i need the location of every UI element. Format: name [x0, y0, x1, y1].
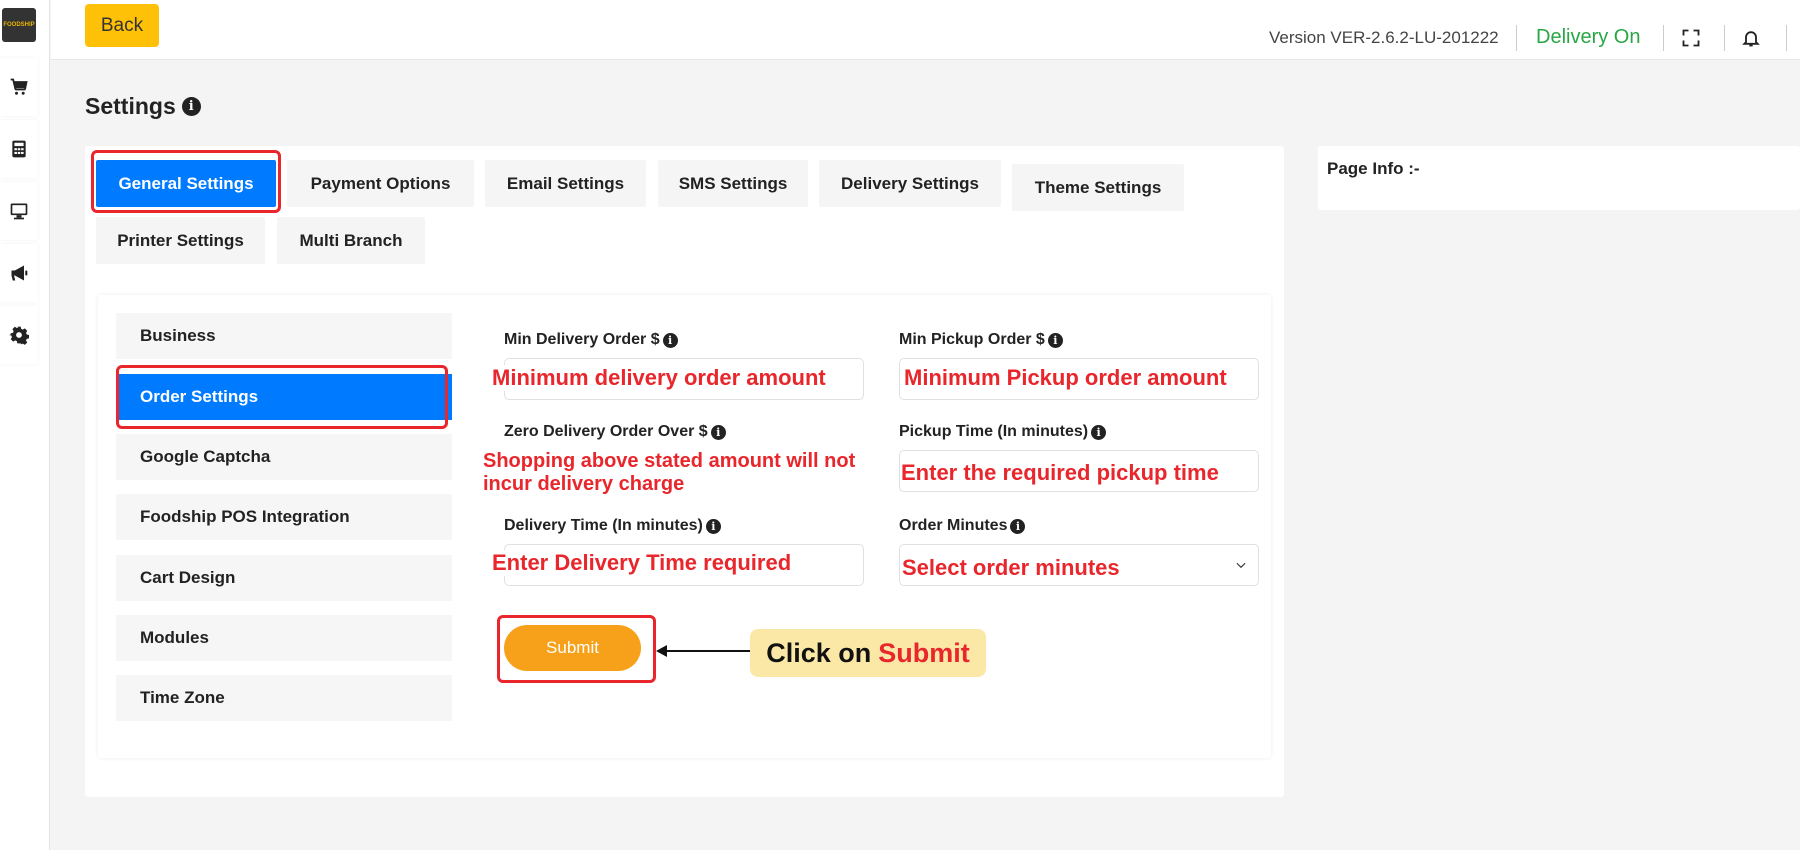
- delivery-time-label-text: Delivery Time (In minutes): [504, 517, 703, 534]
- page-title: Settings i: [85, 93, 201, 120]
- tab-delivery-settings[interactable]: Delivery Settings: [819, 160, 1001, 207]
- delivery-time-annotation: Enter Delivery Time required: [492, 550, 792, 576]
- callout-target: Submit: [878, 637, 970, 668]
- min-delivery-label-text: Min Delivery Order $: [504, 331, 660, 348]
- info-icon[interactable]: i: [662, 332, 678, 348]
- divider: [1786, 25, 1787, 51]
- order-minutes-label: Order Minutes i: [899, 517, 1026, 535]
- nav-item-business[interactable]: Business: [116, 313, 452, 359]
- callout-prefix: Click on: [766, 637, 872, 668]
- min-pickup-label-text: Min Pickup Order $: [899, 331, 1045, 348]
- tab-email-settings[interactable]: Email Settings: [485, 160, 646, 207]
- highlight-order-settings: [116, 365, 448, 429]
- min-pickup-annotation: Minimum Pickup order amount: [904, 365, 1227, 391]
- pickup-time-annotation: Enter the required pickup time: [901, 460, 1219, 486]
- divider: [1663, 25, 1664, 51]
- info-icon[interactable]: i: [710, 424, 726, 440]
- highlight-general-settings: [91, 150, 281, 213]
- pickup-time-label-text: Pickup Time (In minutes): [899, 423, 1089, 440]
- sidebar-item-calculator[interactable]: [0, 120, 38, 178]
- info-icon[interactable]: i: [705, 518, 721, 534]
- callout-click-submit: Click on Submit: [750, 629, 986, 677]
- monitor-icon: [10, 203, 28, 220]
- nav-item-cart-design[interactable]: Cart Design: [116, 555, 452, 601]
- order-minutes-label-text: Order Minutes: [899, 517, 1008, 534]
- sidebar-item-orders[interactable]: [0, 58, 38, 116]
- nav-item-foodship-pos-integration[interactable]: Foodship POS Integration: [116, 494, 452, 540]
- highlight-submit: [497, 615, 656, 683]
- info-icon[interactable]: i: [1010, 518, 1026, 534]
- sidebar-item-marketing[interactable]: [0, 244, 38, 302]
- order-minutes-annotation: Select order minutes: [902, 555, 1120, 581]
- sidebar: FOODSHIP: [0, 0, 50, 850]
- divider: [1724, 25, 1725, 51]
- zero-delivery-label: Zero Delivery Order Over $ i: [504, 423, 726, 441]
- page-title-text: Settings: [85, 93, 176, 119]
- sidebar-item-pos[interactable]: [0, 182, 38, 240]
- tab-theme-settings[interactable]: Theme Settings: [1012, 164, 1184, 211]
- min-delivery-label: Min Delivery Order $ i: [504, 331, 678, 349]
- nav-item-google-captcha[interactable]: Google Captcha: [116, 434, 452, 480]
- fullscreen-icon[interactable]: [1681, 28, 1701, 48]
- gear-icon: [9, 326, 29, 345]
- page-info-title: Page Info :-: [1327, 159, 1420, 178]
- bell-icon[interactable]: [1741, 28, 1761, 48]
- info-icon[interactable]: i: [181, 97, 201, 116]
- tab-printer-settings[interactable]: Printer Settings: [96, 217, 265, 264]
- cart-icon: [10, 78, 28, 95]
- pickup-time-label: Pickup Time (In minutes) i: [899, 423, 1107, 441]
- delivery-status[interactable]: Delivery On: [1536, 26, 1640, 49]
- tab-payment-options[interactable]: Payment Options: [287, 160, 474, 207]
- top-bar: Back Version VER-2.6.2-LU-201222 Deliver…: [51, 0, 1800, 60]
- page-info-panel: Page Info :-: [1318, 146, 1800, 210]
- tab-multi-branch[interactable]: Multi Branch: [277, 217, 425, 264]
- zero-delivery-annotation: Shopping above stated amount will not in…: [483, 450, 891, 496]
- nav-item-modules[interactable]: Modules: [116, 615, 452, 661]
- version-label: Version VER-2.6.2-LU-201222: [1269, 28, 1499, 47]
- megaphone-icon: [11, 265, 28, 281]
- zero-delivery-label-text: Zero Delivery Order Over $: [504, 423, 708, 440]
- nav-item-time-zone[interactable]: Time Zone: [116, 675, 452, 721]
- min-pickup-label: Min Pickup Order $ i: [899, 331, 1063, 349]
- delivery-time-label: Delivery Time (In minutes) i: [504, 517, 721, 535]
- min-delivery-annotation: Minimum delivery order amount: [492, 365, 826, 391]
- info-icon[interactable]: i: [1091, 424, 1107, 440]
- sidebar-item-settings[interactable]: [0, 306, 38, 364]
- divider: [1516, 25, 1517, 51]
- arrow-left-icon: [656, 645, 750, 657]
- tab-sms-settings[interactable]: SMS Settings: [658, 160, 808, 207]
- back-button[interactable]: Back: [85, 4, 159, 47]
- app-logo[interactable]: FOODSHIP: [2, 8, 36, 42]
- info-icon[interactable]: i: [1047, 332, 1063, 348]
- chevron-down-icon: [1236, 562, 1246, 569]
- calculator-icon: [12, 140, 26, 158]
